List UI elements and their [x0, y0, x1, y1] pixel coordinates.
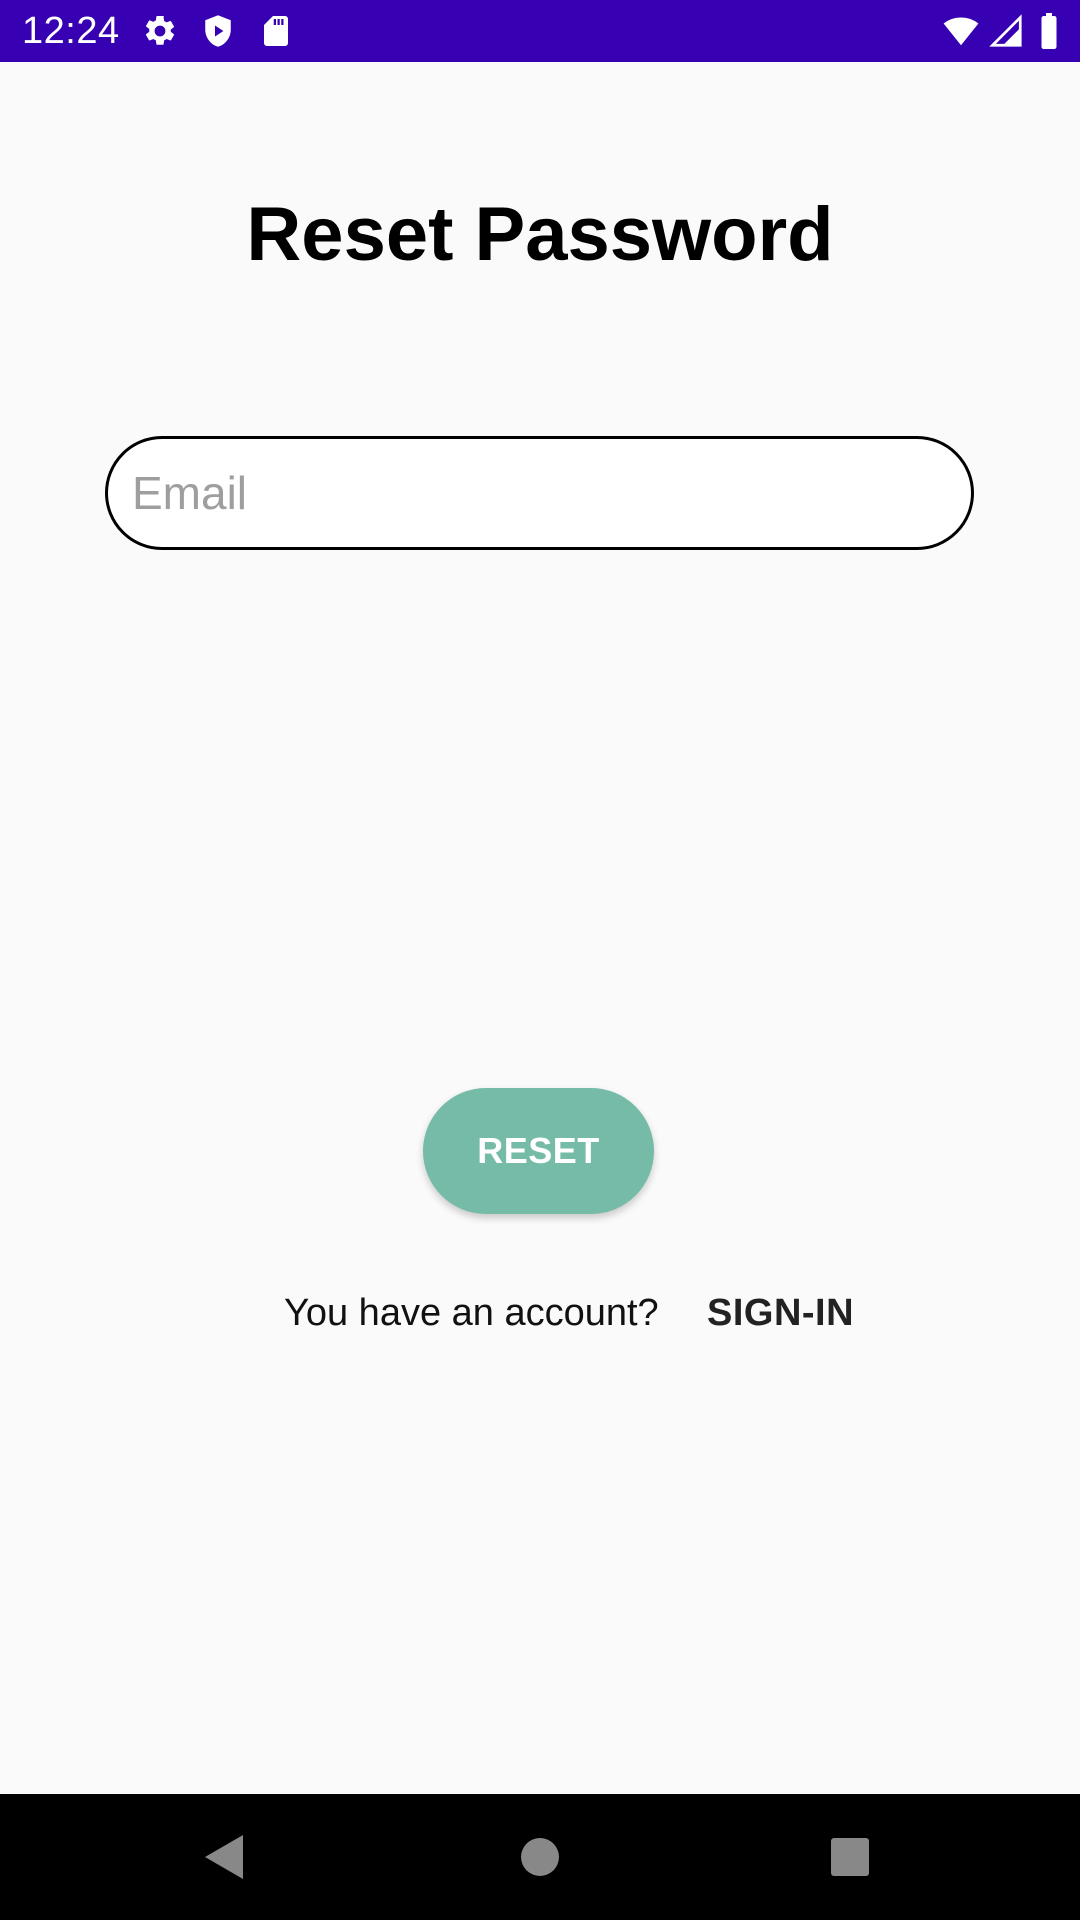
- cellular-signal-icon: [988, 13, 1024, 49]
- signin-prompt: You have an account?: [284, 1292, 659, 1334]
- page-title: Reset Password: [246, 192, 834, 277]
- status-time: 12:24: [22, 10, 120, 52]
- recents-icon[interactable]: [820, 1827, 880, 1887]
- wifi-icon: [940, 13, 982, 49]
- status-bar: 12:24: [0, 0, 1080, 62]
- email-field[interactable]: [105, 436, 974, 550]
- shield-play-icon: [200, 13, 236, 49]
- navigation-bar: [0, 1794, 1080, 1920]
- reset-button[interactable]: RESET: [423, 1088, 654, 1214]
- back-icon[interactable]: [195, 1827, 255, 1887]
- home-icon[interactable]: [510, 1827, 570, 1887]
- sd-card-icon: [258, 13, 294, 49]
- battery-icon: [1034, 13, 1064, 49]
- settings-icon: [142, 13, 178, 49]
- signin-link[interactable]: SIGN-IN: [707, 1290, 854, 1336]
